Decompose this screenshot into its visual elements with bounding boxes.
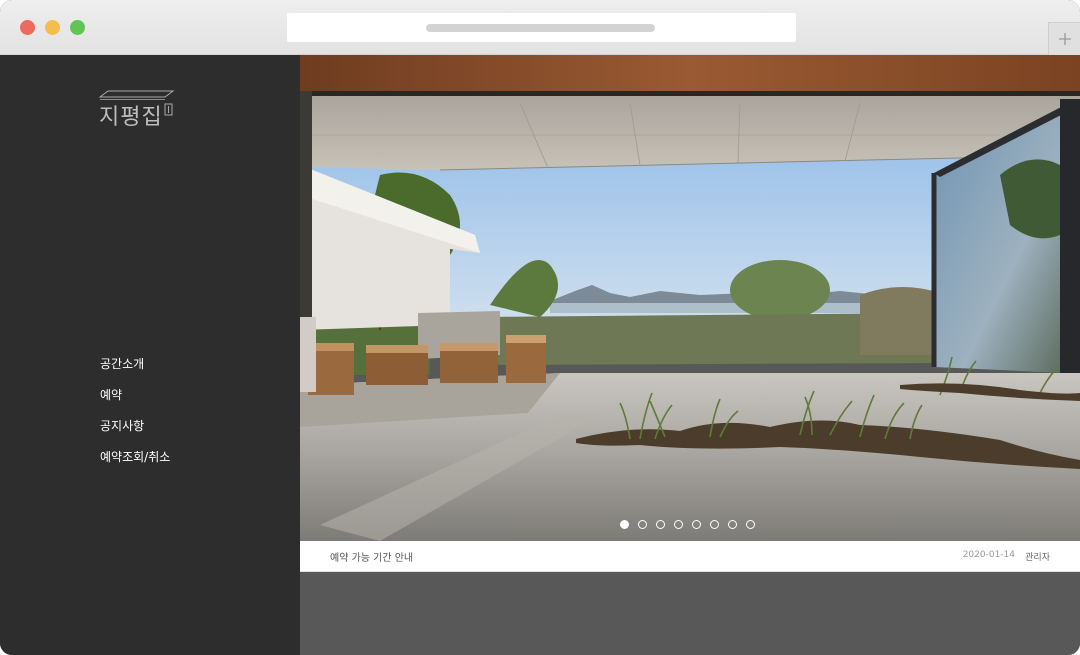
- notice-title-link[interactable]: 예약 가능 기간 안내: [330, 549, 413, 564]
- new-tab-button[interactable]: [1048, 22, 1080, 55]
- logo-text: 지평집: [99, 105, 163, 130]
- plus-icon: [1059, 33, 1071, 45]
- slider-dot-6[interactable]: [710, 520, 719, 529]
- nav-item-reservation-lookup[interactable]: 예약조회/취소: [100, 448, 170, 479]
- slider-dot-4[interactable]: [674, 520, 683, 529]
- hero-photo: [300, 55, 1080, 541]
- nav-item-space-intro[interactable]: 공간소개: [100, 355, 170, 386]
- hero-slider[interactable]: [300, 55, 1080, 541]
- notice-author: 관리자: [1025, 553, 1050, 563]
- nav-item-notices[interactable]: 공지사항: [100, 417, 170, 448]
- nav-item-reservation[interactable]: 예약: [100, 386, 170, 417]
- slider-dot-1[interactable]: [620, 520, 629, 529]
- slider-dot-8[interactable]: [746, 520, 755, 529]
- slider-pagination: [620, 520, 764, 530]
- browser-titlebar: [0, 0, 1080, 55]
- slider-dot-7[interactable]: [728, 520, 737, 529]
- minimize-window-button[interactable]: [45, 20, 60, 35]
- sidebar: 지평집 공간소개 예약 공지사항 예약조회/취소: [0, 55, 300, 655]
- slider-dot-3[interactable]: [656, 520, 665, 529]
- browser-window: 지평집 공간소개 예약 공지사항 예약조회/취소 예약 가능 기간 안내 202…: [0, 0, 1080, 655]
- main-content: 예약 가능 기간 안내 2020-01-14 관리자: [300, 55, 1080, 655]
- notice-date: 2020-01-14: [962, 550, 1015, 560]
- address-bar[interactable]: [287, 13, 796, 42]
- site-logo[interactable]: 지평집: [99, 89, 175, 133]
- maximize-window-button[interactable]: [70, 20, 85, 35]
- slider-dot-5[interactable]: [692, 520, 701, 529]
- url-placeholder-bar: [426, 24, 655, 32]
- slider-dot-2[interactable]: [638, 520, 647, 529]
- notice-bar: 예약 가능 기간 안내 2020-01-14 관리자: [300, 541, 1080, 572]
- close-window-button[interactable]: [20, 20, 35, 35]
- main-nav: 공간소개 예약 공지사항 예약조회/취소: [100, 355, 170, 479]
